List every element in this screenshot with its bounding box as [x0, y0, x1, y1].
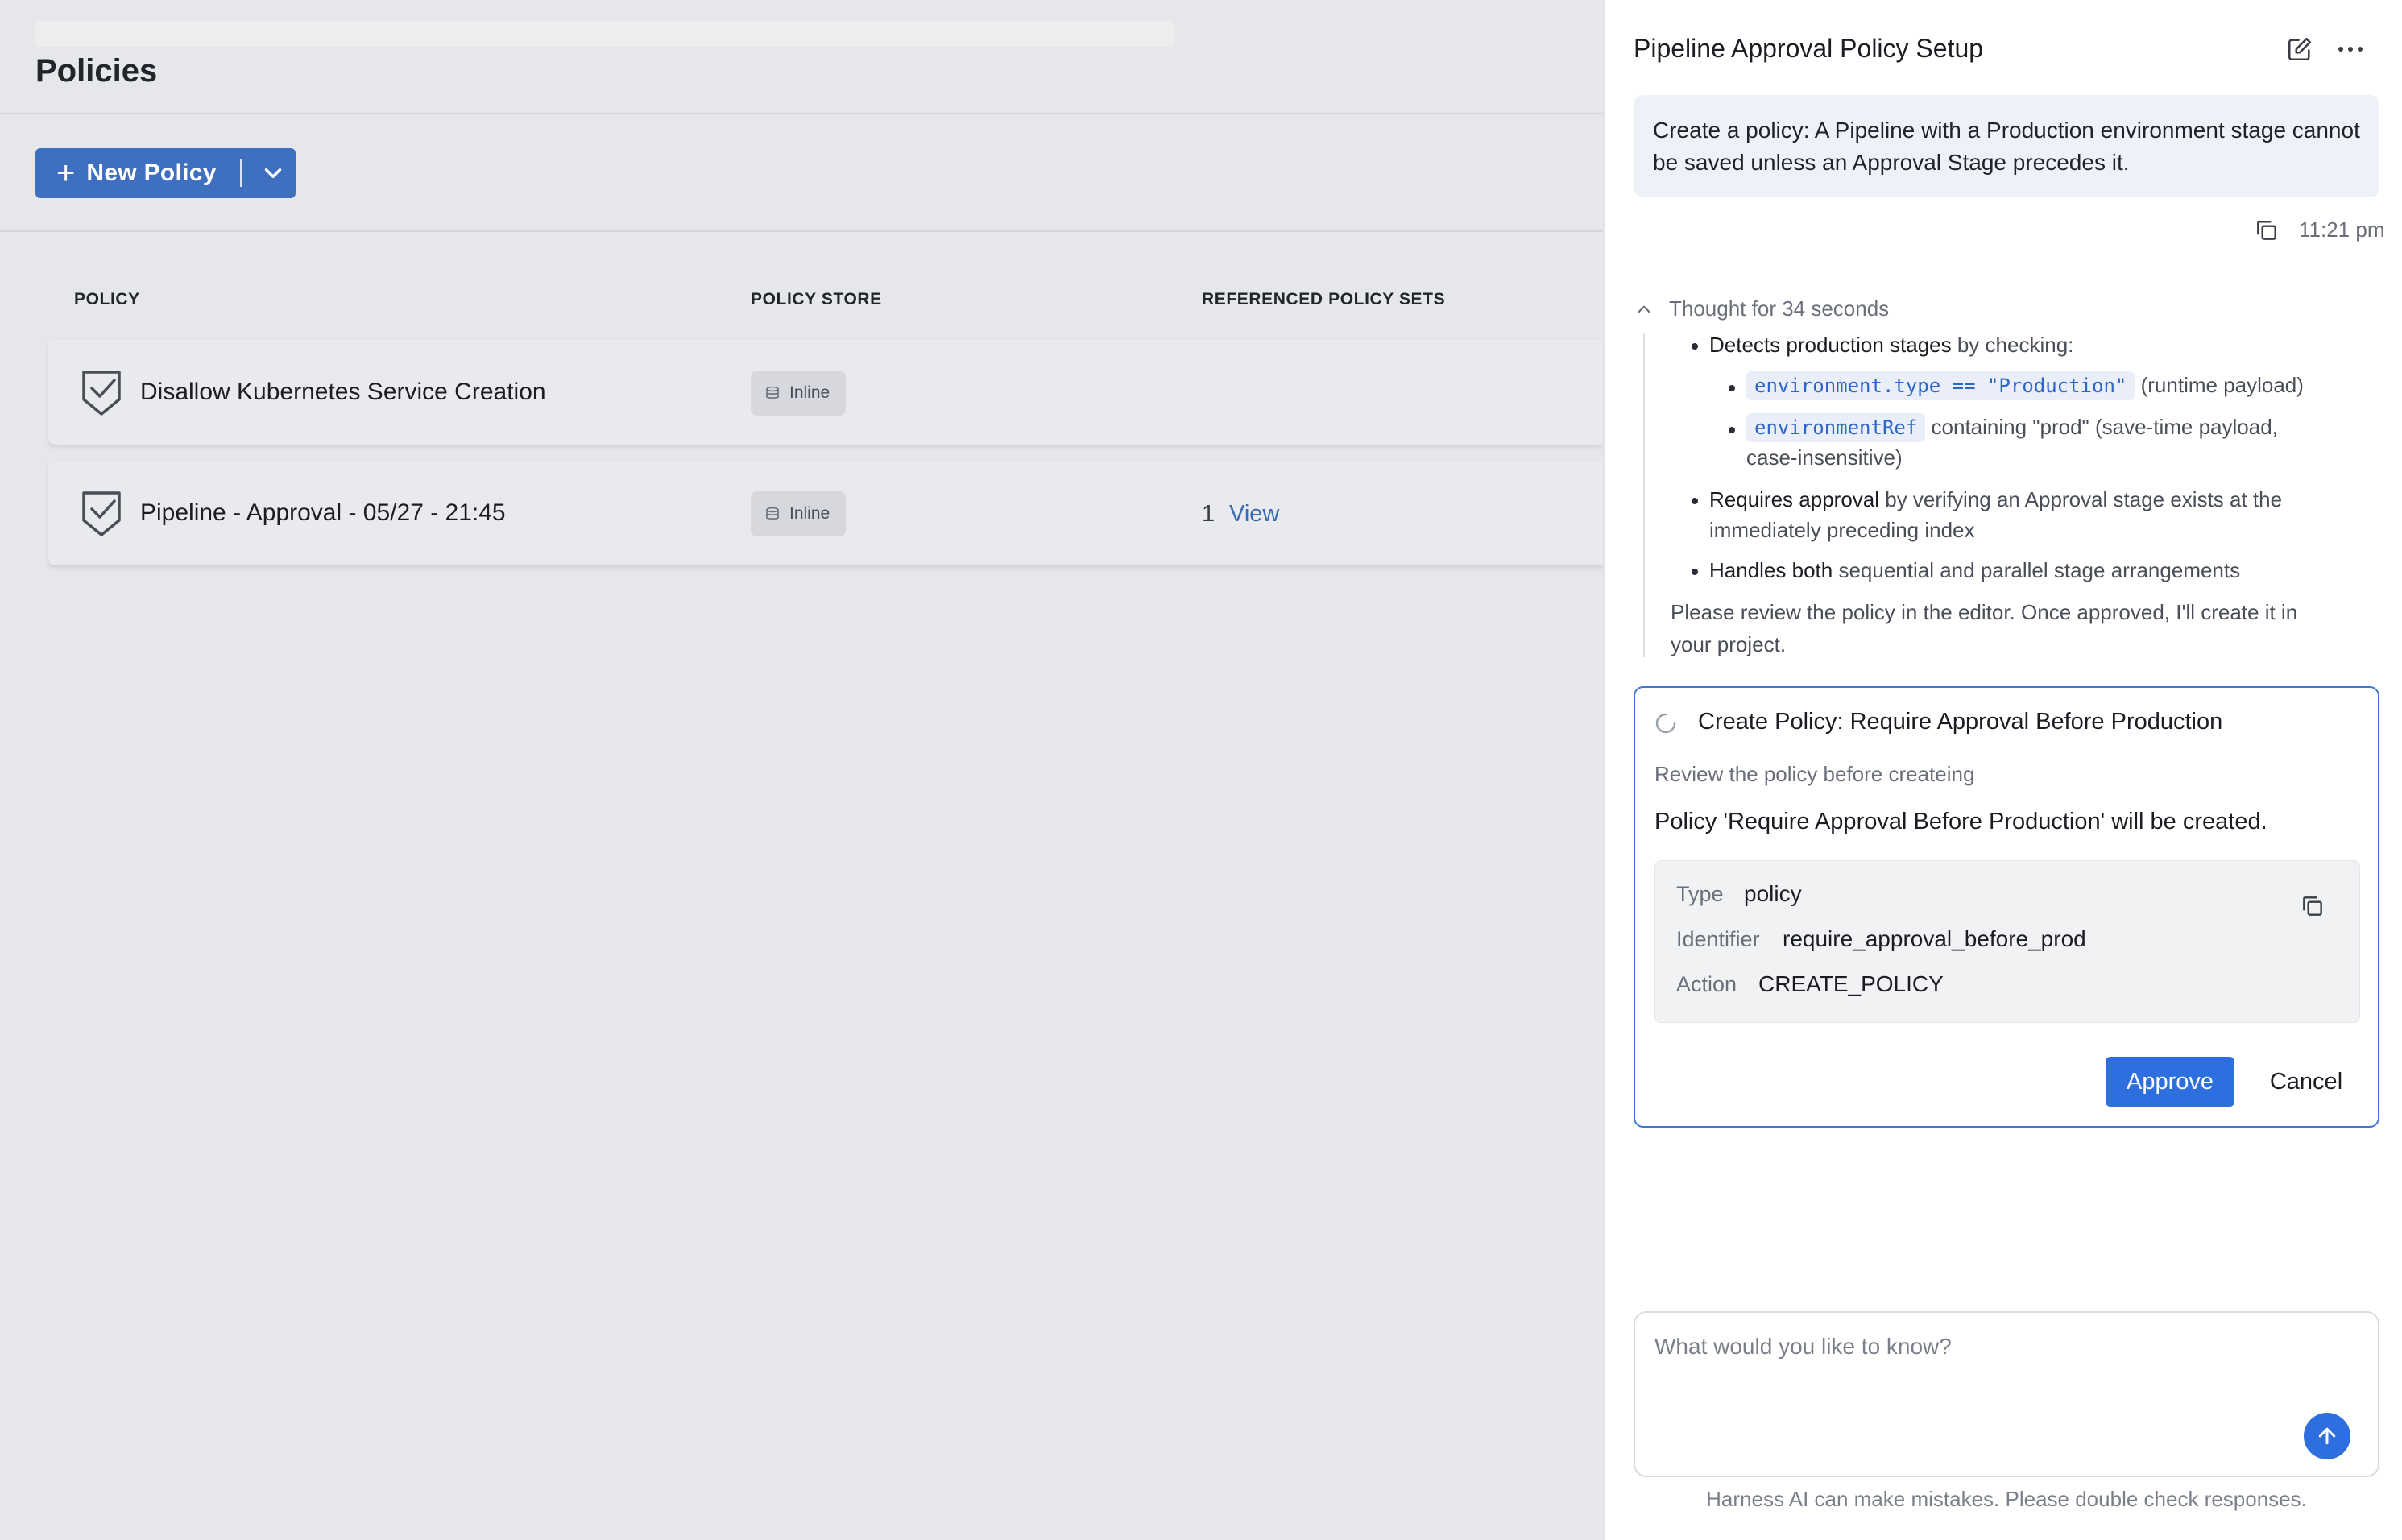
shield-check-icon	[82, 491, 121, 536]
loading-skeleton	[35, 21, 1174, 47]
divider	[0, 230, 1603, 232]
table-row[interactable]: Pipeline - Approval - 05/27 - 21:45 Inli…	[48, 461, 1603, 565]
ai-disclaimer: Harness AI can make mistakes. Please dou…	[1706, 1487, 2307, 1511]
chevron-up-icon	[1638, 305, 1650, 313]
detail-value-action: CREATE_POLICY	[1758, 971, 1944, 996]
bullet	[1729, 385, 1735, 391]
column-header-policy-store[interactable]: POLICY STORE	[751, 290, 882, 309]
cancel-button[interactable]: Cancel	[2252, 1057, 2360, 1107]
policy-name[interactable]: Disallow Kubernetes Service Creation	[140, 379, 546, 406]
policy-store-label: Inline	[789, 383, 830, 402]
thought-item-requires: Requires approval by verifying an Approv…	[1709, 487, 2283, 511]
database-icon	[766, 386, 779, 399]
database-icon	[766, 507, 779, 520]
column-header-referenced-policy-sets[interactable]: REFERENCED POLICY SETS	[1202, 290, 1445, 309]
more-options-icon[interactable]	[2334, 35, 2367, 63]
ai-chat-panel: Pipeline Approval Policy Setup Create a …	[1603, 0, 2402, 1540]
column-header-policy[interactable]: POLICY	[74, 290, 140, 309]
new-policy-button[interactable]: + New Policy	[35, 148, 296, 198]
new-policy-label: New Policy	[86, 159, 217, 186]
button-separator	[240, 159, 242, 187]
loading-spinner-icon	[1655, 713, 1676, 734]
message-timestamp: 11:21 pm	[2299, 217, 2385, 242]
thought-label: Thought for 34 seconds	[1669, 296, 1890, 321]
thought-item-requires-cont: immediately preceding index	[1709, 518, 1975, 542]
copy-icon[interactable]	[2300, 893, 2325, 919]
card-description: Policy 'Require Approval Before Producti…	[1654, 809, 2267, 834]
bullet	[1729, 427, 1735, 433]
bullet	[1692, 343, 1698, 350]
copy-icon[interactable]	[2254, 217, 2280, 243]
card-title: Create Policy: Require Approval Before P…	[1698, 709, 2223, 735]
page-title: Policies	[35, 53, 158, 89]
edit-icon[interactable]	[2286, 35, 2313, 63]
thought-item-handles: Handles both sequential and parallel sta…	[1709, 558, 2241, 582]
detail-key-action: Action	[1676, 972, 1737, 996]
card-subtitle: Review the policy before createing	[1654, 762, 1975, 786]
chat-title: Pipeline Approval Policy Setup	[1634, 34, 1984, 63]
inline-code: environment.type == "Production"	[1746, 371, 2135, 400]
thought-review-line2: your project.	[1671, 632, 1787, 656]
chevron-down-icon[interactable]	[259, 159, 287, 187]
thought-review-line1: Please review the policy in the editor. …	[1671, 600, 2298, 624]
plus-icon: +	[56, 155, 76, 191]
arrow-up-icon	[2318, 1427, 2336, 1445]
user-message: Create a policy: A Pipeline with a Produ…	[1634, 95, 2379, 197]
send-button[interactable]	[2304, 1413, 2350, 1459]
approve-button[interactable]: Approve	[2106, 1057, 2234, 1107]
thought-subitem-code2: environmentRef containing "prod" (save-t…	[1746, 411, 2278, 444]
policy-name[interactable]: Pipeline - Approval - 05/27 - 21:45	[140, 499, 506, 527]
detail-value-identifier: require_approval_before_prod	[1783, 926, 2086, 951]
policy-store-badge: Inline	[751, 371, 846, 416]
detail-key-type: Type	[1676, 882, 1724, 906]
view-link[interactable]: View	[1229, 501, 1279, 528]
chat-input[interactable]	[1654, 1334, 2347, 1430]
referenced-sets-count: 1	[1202, 501, 1215, 527]
policy-details-box: Type policy Identifier require_approval_…	[1654, 860, 2360, 1023]
create-policy-approval-card: Create Policy: Require Approval Before P…	[1634, 686, 2379, 1128]
policy-store-label: Inline	[789, 504, 830, 523]
table-row[interactable]: Disallow Kubernetes Service Creation Inl…	[48, 340, 1603, 445]
policies-page: Policies + New Policy POLICY POLICY STOR…	[0, 0, 1603, 1540]
detail-key-identifier: Identifier	[1676, 927, 1760, 951]
inline-code: environmentRef	[1746, 413, 1926, 442]
thought-item-detects: Detects production stages by checking:	[1709, 333, 2074, 357]
thought-subitem-code2-cont: case-insensitive)	[1746, 445, 1903, 470]
detail-value-type: policy	[1744, 881, 1802, 906]
shield-check-icon	[82, 371, 121, 416]
thought-rail	[1643, 333, 1645, 657]
policy-store-badge: Inline	[751, 491, 846, 536]
chat-input-box	[1634, 1311, 2379, 1477]
bullet	[1692, 498, 1698, 504]
thought-subitem-code1: environment.type == "Production" (runtim…	[1746, 369, 2304, 402]
bullet	[1692, 569, 1698, 575]
thought-toggle[interactable]: Thought for 34 seconds	[1634, 296, 1889, 321]
divider	[0, 113, 1603, 114]
